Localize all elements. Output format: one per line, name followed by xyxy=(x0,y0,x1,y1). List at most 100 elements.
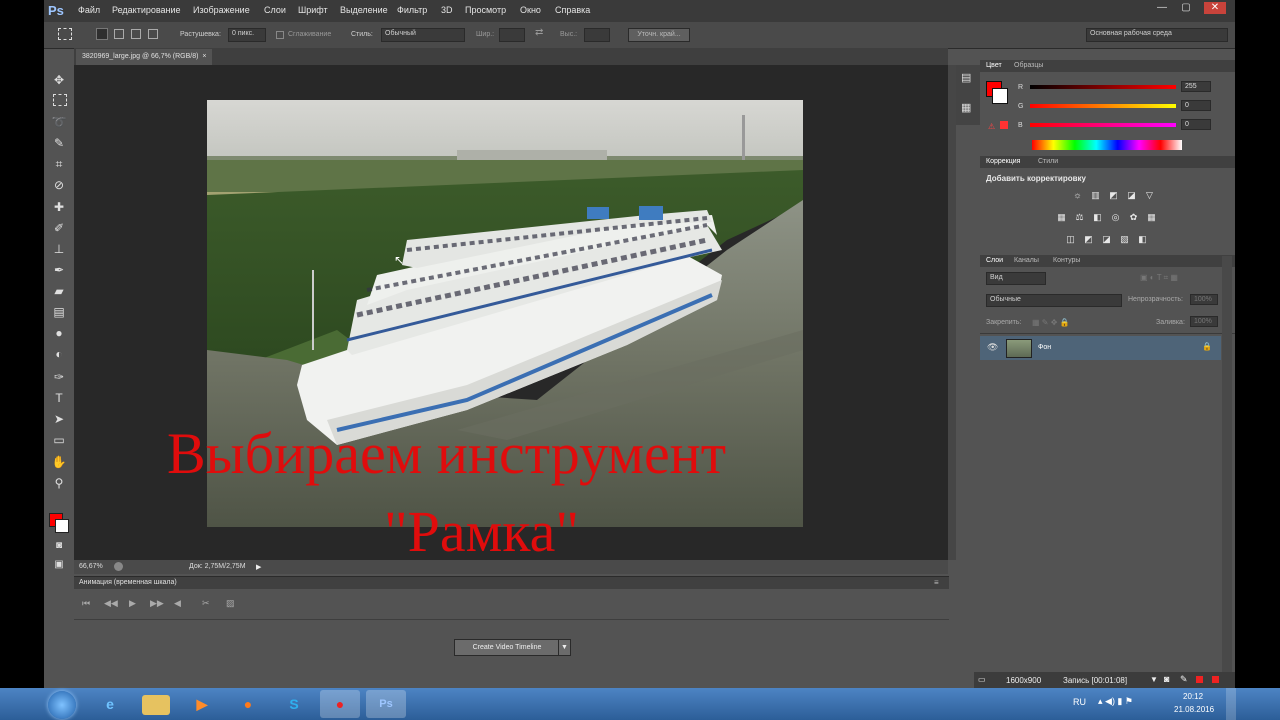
gamut-swatch[interactable] xyxy=(1000,121,1008,129)
width-input[interactable] xyxy=(499,28,525,42)
channel-mixer-icon[interactable]: ✿ xyxy=(1128,212,1139,222)
quick-mask-icon[interactable]: ◙ xyxy=(51,538,67,554)
height-input[interactable] xyxy=(584,28,610,42)
menu-filter[interactable]: Фильтр xyxy=(397,5,427,15)
clock-date[interactable]: 21.08.2016 xyxy=(1174,705,1214,714)
tab-adjustments[interactable]: Коррекция xyxy=(986,158,1020,165)
gradient-map-icon[interactable]: ▧ xyxy=(1119,234,1130,244)
ie-taskbar-icon[interactable]: e xyxy=(90,690,130,718)
intersect-selection-icon[interactable] xyxy=(148,29,158,39)
vibrance-icon[interactable]: ▽ xyxy=(1144,190,1155,200)
recorder-taskbar-icon[interactable]: ● xyxy=(320,690,360,718)
posterize-icon[interactable]: ◩ xyxy=(1083,234,1094,244)
channel-r-input[interactable]: 255 xyxy=(1181,81,1211,92)
background-color-swatch[interactable] xyxy=(55,519,69,533)
color-lookup-icon[interactable]: ▦ xyxy=(1146,212,1157,222)
color-balance-icon[interactable]: ⚖ xyxy=(1074,212,1085,222)
layer-name[interactable]: Фон xyxy=(1038,344,1051,351)
menu-image[interactable]: Изображение xyxy=(193,5,250,15)
tab-styles[interactable]: Стили xyxy=(1038,158,1058,165)
tab-paths[interactable]: Контуры xyxy=(1053,257,1080,264)
tray-icons[interactable]: ▴ ◀) ▮ ⚑ xyxy=(1098,696,1133,707)
menu-edit[interactable]: Редактирование xyxy=(112,5,181,15)
channel-r-slider[interactable] xyxy=(1030,85,1176,89)
new-selection-icon[interactable] xyxy=(96,28,108,40)
hand-tool-icon[interactable]: ✋ xyxy=(51,454,67,470)
history-brush-tool-icon[interactable]: ✒ xyxy=(51,262,67,278)
healing-brush-tool-icon[interactable]: ✚ xyxy=(51,199,67,215)
eraser-tool-icon[interactable]: ▰ xyxy=(51,283,67,299)
explorer-taskbar-icon[interactable] xyxy=(142,695,170,715)
clone-stamp-tool-icon[interactable]: ⊥ xyxy=(51,241,67,257)
channel-g-input[interactable]: 0 xyxy=(1181,100,1211,111)
recorder-pen-icon[interactable]: ✎ xyxy=(1180,674,1188,685)
blur-tool-icon[interactable]: ● xyxy=(51,325,67,341)
create-video-timeline-button[interactable]: Create Video Timeline xyxy=(454,639,560,656)
channel-g-slider[interactable] xyxy=(1030,104,1176,108)
crop-tool-icon[interactable]: ⌗ xyxy=(51,156,67,172)
menu-help[interactable]: Справка xyxy=(555,5,590,15)
tab-layers[interactable]: Слои xyxy=(986,257,1003,264)
recorder-menu-icon[interactable]: ▼ xyxy=(1150,675,1158,684)
properties-panel-icon[interactable]: ▦ xyxy=(961,101,971,114)
gamut-warning-icon[interactable]: ⚠ xyxy=(988,122,995,131)
lock-icons[interactable]: ▦ ✎ ✥ 🔒 xyxy=(1032,318,1070,327)
status-info-icon[interactable] xyxy=(114,562,123,571)
timeline-title[interactable]: Анимация (временная шкала) xyxy=(79,579,177,586)
antialias-checkbox[interactable] xyxy=(276,31,284,39)
recorder-stop-icon[interactable] xyxy=(1212,676,1219,683)
photo-filter-icon[interactable]: ◎ xyxy=(1110,212,1121,222)
lasso-tool-icon[interactable]: ➰ xyxy=(51,114,67,130)
layer-filter-select[interactable]: Вид xyxy=(986,272,1046,285)
move-tool-icon[interactable]: ✥ xyxy=(51,72,67,88)
dodge-tool-icon[interactable]: ◐ xyxy=(51,346,67,362)
levels-icon[interactable]: ▥ xyxy=(1090,190,1101,200)
exposure-icon[interactable]: ◪ xyxy=(1126,190,1137,200)
channel-b-input[interactable]: 0 xyxy=(1181,119,1211,130)
timeline-menu-icon[interactable]: ≡ xyxy=(934,578,939,587)
menu-view[interactable]: Просмотр xyxy=(465,5,506,15)
tab-channels[interactable]: Каналы xyxy=(1014,257,1039,264)
selective-color-icon[interactable]: ◧ xyxy=(1137,234,1148,244)
recorder-monitor-icon[interactable]: ▭ xyxy=(978,675,986,684)
menu-3d[interactable]: 3D xyxy=(441,5,453,15)
subtract-selection-icon[interactable] xyxy=(131,29,141,39)
document-tab[interactable]: 3820969_large.jpg @ 66,7% (RGB/8) × xyxy=(76,49,213,65)
tab-color[interactable]: Цвет xyxy=(986,62,1002,69)
color-background-swatch[interactable] xyxy=(992,88,1008,104)
quick-selection-tool-icon[interactable]: ✎ xyxy=(51,135,67,151)
feather-input[interactable]: 0 пикс. xyxy=(228,28,266,42)
tab-swatches[interactable]: Образцы xyxy=(1014,62,1043,69)
recorder-camera-icon[interactable]: ◙ xyxy=(1164,674,1169,684)
zoom-level[interactable]: 66,67% xyxy=(79,563,103,570)
threshold-icon[interactable]: ◪ xyxy=(1101,234,1112,244)
menu-window[interactable]: Окно xyxy=(520,5,541,15)
channel-b-slider[interactable] xyxy=(1030,123,1176,127)
language-indicator[interactable]: RU xyxy=(1073,697,1086,707)
refine-edge-button[interactable]: Уточн. край... xyxy=(628,28,690,42)
hue-saturation-icon[interactable]: ▦ xyxy=(1056,212,1067,222)
close-tab-icon[interactable]: × xyxy=(202,53,206,60)
vertical-scrollbar[interactable] xyxy=(948,65,956,560)
gradient-tool-icon[interactable]: ▤ xyxy=(51,304,67,320)
menu-file[interactable]: Файл xyxy=(78,5,100,15)
restore-button[interactable]: ▢ xyxy=(1178,2,1194,14)
curves-icon[interactable]: ◩ xyxy=(1108,190,1119,200)
screen-mode-icon[interactable]: ▣ xyxy=(51,557,67,573)
zoom-tool-icon[interactable]: ⚲ xyxy=(51,475,67,491)
status-menu-arrow-icon[interactable]: ▶ xyxy=(256,563,261,571)
minimize-button[interactable]: — xyxy=(1154,2,1170,14)
firefox-taskbar-icon[interactable]: ● xyxy=(228,690,268,718)
show-desktop-button[interactable] xyxy=(1226,688,1236,720)
media-player-taskbar-icon[interactable]: ▶ xyxy=(182,690,222,718)
clock-time[interactable]: 20:12 xyxy=(1183,692,1203,701)
blend-mode-select[interactable]: Обычные xyxy=(986,294,1122,307)
swap-icon[interactable]: ⇄ xyxy=(535,27,543,38)
rect-marquee-tool-icon[interactable] xyxy=(53,94,67,106)
workspace-select[interactable]: Основная рабочая среда xyxy=(1086,28,1228,42)
layer-row[interactable]: 👁 Фон 🔒 xyxy=(980,336,1221,360)
opacity-input[interactable]: 100% xyxy=(1190,294,1218,305)
black-white-icon[interactable]: ◧ xyxy=(1092,212,1103,222)
invert-icon[interactable]: ◫ xyxy=(1065,234,1076,244)
start-button[interactable] xyxy=(48,691,76,719)
